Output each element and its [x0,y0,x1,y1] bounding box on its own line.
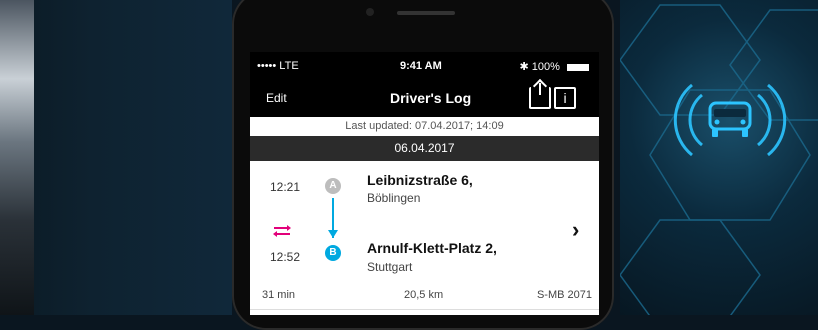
swap-arrows-icon [273,225,291,237]
end-address: Arnulf-Klett-Platz 2, [367,240,497,256]
hex-car-icon-art [620,4,818,315]
start-address: Leibnizstraße 6, [367,172,473,188]
car-photo-edge [0,0,34,315]
carrier-signal: ••••• LTE [257,60,299,72]
marker-b-icon: B [325,245,341,261]
status-time: 9:41 AM [400,60,442,72]
divider [250,309,599,310]
route-connector-arrow [328,198,338,238]
earpiece [397,11,455,15]
page-title: Driver's Log [390,90,472,106]
share-icon[interactable] [529,83,551,109]
bluetooth-icon: ✱ [519,61,529,73]
battery-percent: 100% [531,61,560,73]
battery-status: ✱ 100% [520,60,589,73]
battery-icon [567,63,589,71]
start-city: Böblingen [367,191,421,205]
nav-actions: i [519,83,579,111]
navigation-bar: Edit Driver's Log i [250,80,599,116]
chevron-right-icon[interactable]: › [572,217,579,243]
trip-distance: 20,5 km [404,289,444,301]
vehicle-plate: S-MB 2071 [536,289,592,301]
trip-summary: 31 min 20,5 km S-MB 2071 [262,285,592,307]
end-time: 12:52 [270,250,301,264]
front-camera [366,8,374,16]
end-city: Stuttgart [367,260,413,274]
date-header: 06.04.2017 [250,136,599,161]
edit-button[interactable]: Edit [266,91,287,105]
marker-a-icon: A [325,178,341,194]
app-screen: ••••• LTE 9:41 AM ✱ 100% Edit Driver's L… [250,52,599,315]
status-bar: ••••• LTE 9:41 AM ✱ 100% [250,52,599,80]
last-updated-text: Last updated: 07.04.2017; 14:09 [250,117,599,136]
start-time: 12:21 [270,180,301,194]
trip-card[interactable]: 12:21 12:52 A B Leibnizstraße 6, Böbling… [250,161,599,315]
info-icon[interactable]: i [554,87,576,109]
trip-duration: 31 min [262,289,296,301]
left-background [0,0,232,315]
